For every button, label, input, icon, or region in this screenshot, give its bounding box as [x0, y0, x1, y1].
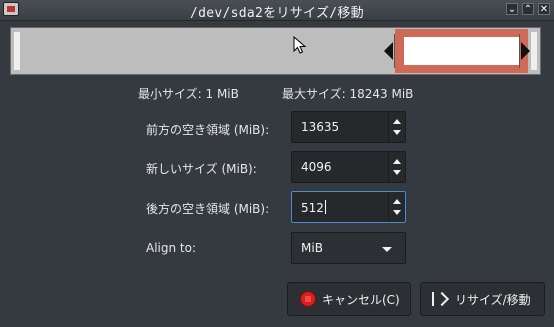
cancel-button[interactable]: キャンセル(C): [287, 282, 411, 316]
free-after-spinbox[interactable]: 512: [291, 191, 406, 223]
decrement-arrow-icon[interactable]: [393, 170, 401, 175]
free-before-label: 前方の空き領域 (MiB):: [146, 123, 270, 137]
mouse-cursor-icon: [293, 36, 307, 54]
align-to-dropdown[interactable]: MiB: [291, 232, 406, 264]
new-size-spinbox[interactable]: 4096: [291, 151, 406, 183]
min-size-label: 最小サイズ: 1 MiB: [138, 87, 239, 101]
free-space-left-edge: [14, 32, 20, 70]
spin-separator: [388, 152, 389, 182]
window-controls: ⌄ ⌃ ✕: [506, 3, 550, 15]
increment-arrow-icon[interactable]: [393, 159, 401, 164]
chevron-down-icon: [382, 247, 392, 252]
right-resize-handle[interactable]: [521, 42, 530, 60]
maximize-button[interactable]: ⌃: [522, 3, 534, 15]
align-to-label: Align to:: [146, 241, 197, 255]
minimize-button[interactable]: ⌄: [506, 3, 518, 15]
decrement-arrow-icon[interactable]: [393, 130, 401, 135]
max-size-label: 最大サイズ: 18243 MiB: [282, 87, 414, 101]
partition-block[interactable]: [395, 29, 528, 73]
stop-icon: [300, 291, 316, 307]
right-handle-bar: [519, 34, 520, 68]
free-before-value[interactable]: 13635: [301, 120, 339, 134]
free-after-value[interactable]: 512: [301, 200, 326, 215]
free-after-label: 後方の空き領域 (MiB):: [146, 202, 270, 216]
window-title: /dev/sda2をリサイズ/移動: [190, 6, 364, 21]
decrement-arrow-icon[interactable]: [393, 210, 401, 215]
increment-arrow-icon[interactable]: [393, 199, 401, 204]
resize-move-button-label: リサイズ/移動: [455, 292, 531, 307]
partition-used-space: [404, 37, 519, 65]
spin-separator: [388, 192, 389, 222]
free-space-right-edge: [531, 32, 537, 70]
increment-arrow-icon[interactable]: [393, 119, 401, 124]
resize-move-button[interactable]: リサイズ/移動: [420, 282, 545, 316]
resize-move-icon: [431, 291, 450, 307]
left-resize-handle[interactable]: [384, 42, 393, 60]
align-to-value: MiB: [301, 241, 323, 255]
free-before-spinbox[interactable]: 13635: [291, 111, 406, 143]
close-button[interactable]: ✕: [538, 3, 550, 15]
text-caret: [324, 200, 326, 214]
new-size-label: 新しいサイズ (MiB):: [146, 162, 257, 176]
partition-resizer[interactable]: [10, 27, 541, 75]
spin-separator: [388, 112, 389, 142]
new-size-value[interactable]: 4096: [301, 160, 332, 174]
cancel-button-label: キャンセル(C): [322, 292, 400, 307]
title-bar: /dev/sda2をリサイズ/移動 ⌄ ⌃ ✕: [0, 0, 554, 21]
